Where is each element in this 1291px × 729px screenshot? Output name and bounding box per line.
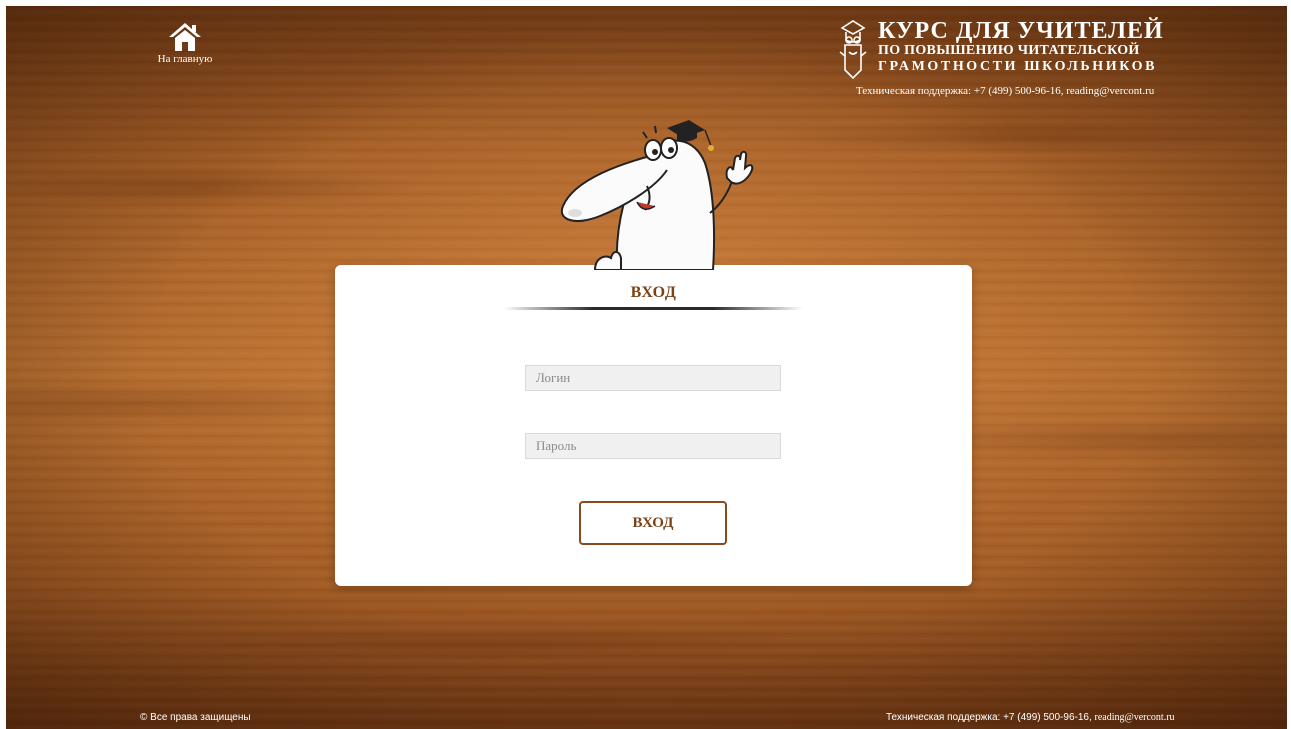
login-card: ВХОД ВХОД (335, 265, 972, 586)
login-button[interactable]: ВХОД (579, 501, 727, 545)
pencil-mascot-logo-icon (839, 20, 867, 80)
mascot-illustration-icon (560, 120, 754, 270)
brand-subtitle-line-1: ПО ПОВЫШЕНИЮ ЧИТАТЕЛЬСКОЙ (878, 43, 1140, 58)
footer-support-email: reading@vercont.ru (1094, 712, 1175, 723)
brand-title: КУРС ДЛЯ УЧИТЕЛЕЙ (878, 18, 1164, 44)
home-link[interactable]: На главную (150, 22, 220, 65)
footer-support-contact: Техническая поддержка: +7 (499) 500-96-1… (886, 712, 1175, 723)
title-divider (503, 307, 803, 310)
footer-support-text: Техническая поддержка: +7 (499) 500-96-1… (886, 712, 1095, 723)
header-support-contact: Техническая поддержка: +7 (499) 500-96-1… (856, 85, 1155, 97)
brand-subtitle-line-2: ГРАМОТНОСТИ ШКОЛЬНИКОВ (878, 59, 1158, 74)
home-icon (169, 23, 201, 51)
footer-copyright: © Все права защищены (140, 712, 251, 723)
home-label: На главную (157, 53, 213, 65)
login-input[interactable] (525, 365, 781, 391)
password-input[interactable] (525, 433, 781, 459)
login-title: ВХОД (630, 284, 677, 301)
